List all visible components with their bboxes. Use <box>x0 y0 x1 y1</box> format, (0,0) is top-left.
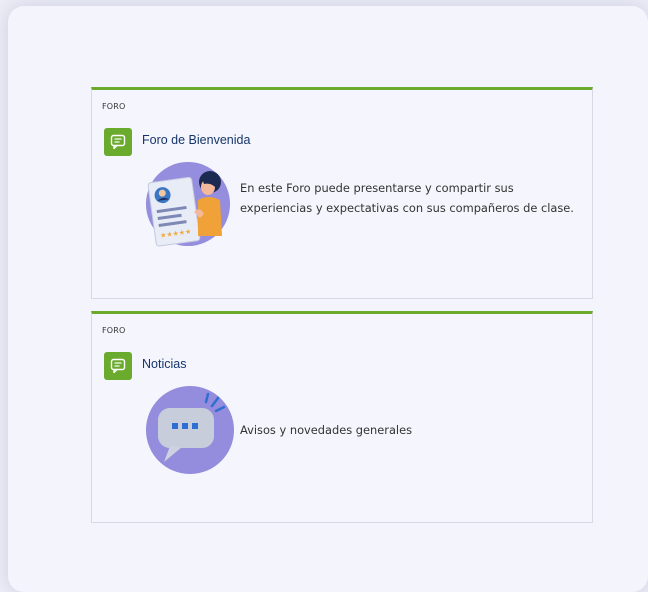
forum-title-link[interactable]: Foro de Bienvenida <box>142 133 250 147</box>
forum-title-link[interactable]: Noticias <box>142 357 186 371</box>
activity-type-label: FORO <box>102 102 126 111</box>
forum-icon <box>104 352 132 380</box>
forum-card-noticias: FORO Noticias Avisos y novedades general… <box>91 311 593 523</box>
course-section-panel: FORO Foro de Bienvenida ★★★★★ En este Fo… <box>8 6 648 592</box>
forum-icon <box>104 128 132 156</box>
forum-description: En este Foro puede presentarse y compart… <box>240 181 574 215</box>
forum-card-bienvenida: FORO Foro de Bienvenida ★★★★★ En este Fo… <box>91 87 593 299</box>
profile-card-illustration: ★★★★★ <box>142 160 232 256</box>
forum-description: Avisos y novedades generales <box>240 423 413 437</box>
activity-type-label: FORO <box>102 326 126 335</box>
chat-bubble-illustration <box>144 384 236 480</box>
